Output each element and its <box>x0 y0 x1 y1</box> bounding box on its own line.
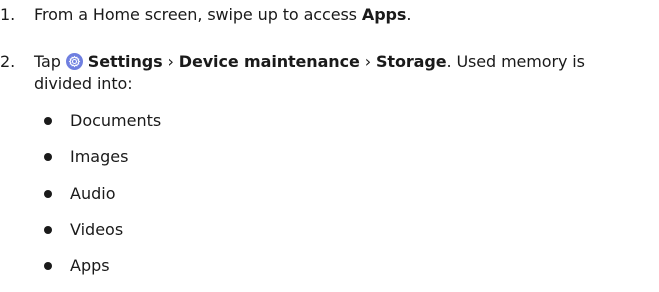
device-maintenance-label: Device maintenance <box>178 52 360 71</box>
list-item-label: Apps <box>70 256 110 275</box>
apps-label: Apps <box>361 5 407 24</box>
settings-label: Settings <box>87 52 163 71</box>
document-page: 1. From a Home screen, swipe up to acces… <box>0 0 659 292</box>
step-1-text-pre: From a Home screen, swipe up to access <box>34 5 362 24</box>
settings-gear-icon <box>65 53 83 70</box>
breadcrumb-separator: › <box>162 52 179 71</box>
step-2-text-pre: Tap <box>34 52 66 71</box>
breadcrumb-separator: › <box>359 52 376 71</box>
bullet-icon <box>44 262 52 270</box>
list-item-label: Documents <box>70 111 162 130</box>
step-1-text-post: . <box>406 5 412 24</box>
bullet-icon <box>44 117 52 125</box>
step-2-text-post-line1: . Used memory is <box>446 52 585 71</box>
list-item-label: Images <box>70 147 129 166</box>
step-text: Tap Settings › Device maintenance › Stor… <box>34 51 656 95</box>
storage-label: Storage <box>376 52 447 71</box>
bullet-icon <box>44 190 52 198</box>
bullet-icon <box>44 226 52 234</box>
list-item-label: Videos <box>70 220 124 239</box>
step-number: 2. <box>0 52 16 71</box>
step-2-text-post-line2: divided into: <box>34 74 133 93</box>
step-text: From a Home screen, swipe up to access A… <box>34 4 656 26</box>
step-number: 1. <box>0 5 16 24</box>
bullet-icon <box>44 153 52 161</box>
list-item-label: Audio <box>70 184 116 203</box>
